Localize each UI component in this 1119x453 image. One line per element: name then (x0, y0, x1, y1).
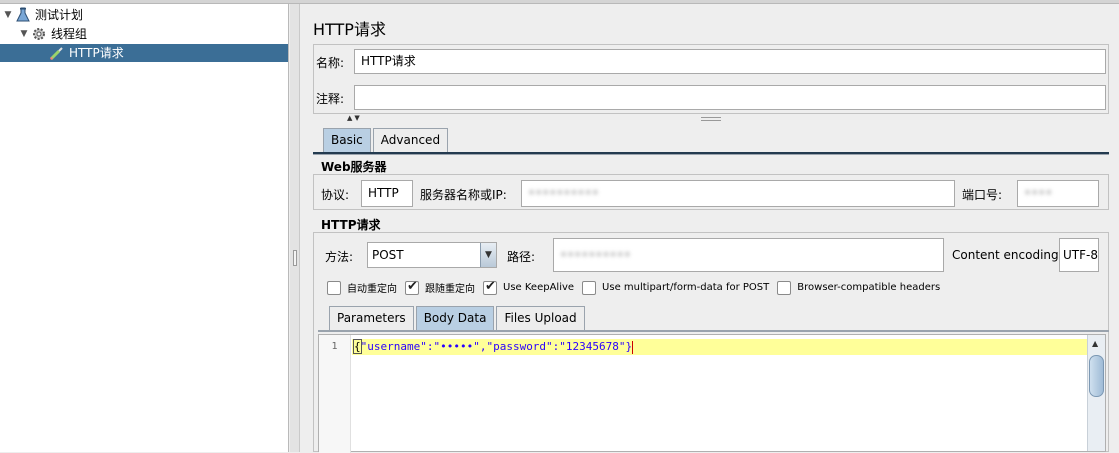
encoding-label: Content encoding: (952, 248, 1063, 262)
tree-item-http-request[interactable]: HTTP请求 (0, 44, 288, 62)
test-plan-flask-icon (15, 7, 31, 23)
tree-item-test-plan[interactable]: ▼ 测试计划 (2, 6, 83, 24)
follow-redirects-checkbox[interactable] (405, 279, 419, 295)
multipart-checkbox[interactable] (582, 280, 597, 295)
split-pane-divider[interactable] (290, 4, 300, 452)
text-cursor (632, 340, 634, 354)
code-line[interactable]: {"username":"•••••","password":"12345678… (353, 339, 634, 354)
scroll-thumb[interactable] (1089, 355, 1104, 397)
divider-grip-icon[interactable] (293, 250, 297, 266)
keepalive-checkbox[interactable] (483, 279, 497, 295)
line-number-gutter: 1 (319, 335, 351, 453)
auto-redirect-label: 自动重定向 (347, 284, 397, 295)
close-brace: } (625, 340, 633, 353)
options-row: 自动重定向 跟随重定向 Use KeepAlive Use multipart/… (327, 279, 948, 295)
follow-redirects-label: 跟随重定向 (425, 284, 475, 295)
server-value: •••••••••• (528, 186, 599, 200)
method-select[interactable]: POST ▼ (367, 242, 497, 268)
comment-label: 注释: (316, 92, 345, 106)
http-request-panel: HTTP请求 名称: HTTP请求 注释: ▲▼ Basic Advanced … (301, 4, 1119, 453)
test-plan-tree: ▼ 测试计划 ▼ 线程组 HTTP请求 (0, 4, 289, 452)
server-field[interactable]: •••••••••• (521, 180, 955, 207)
name-field[interactable]: HTTP请求 (354, 49, 1106, 74)
name-label: 名称: (316, 56, 345, 70)
server-label: 服务器名称或IP: (420, 188, 507, 202)
vertical-scrollbar[interactable]: ▲ (1087, 335, 1105, 451)
protocol-label: 协议: (321, 188, 350, 202)
tree-item-label: HTTP请求 (69, 46, 124, 60)
thread-group-gear-icon (31, 26, 47, 42)
tab-body-data[interactable]: Body Data (415, 306, 495, 331)
port-label: 端口号: (962, 188, 1003, 202)
chevron-down-icon[interactable]: ▼ (480, 243, 496, 267)
multipart-label: Use multipart/form-data for POST (602, 282, 770, 293)
tab-underline (313, 152, 1109, 155)
protocol-field[interactable]: HTTP (361, 180, 413, 207)
line-number: 1 (331, 341, 338, 352)
port-value: •••• (1024, 186, 1053, 200)
body-tabs: Parameters Body Data Files Upload (329, 306, 587, 331)
encoding-field[interactable]: UTF-8 (1059, 238, 1099, 272)
config-tabs: Basic Advanced (323, 128, 450, 153)
comment-field[interactable] (354, 85, 1106, 110)
path-label: 路径: (507, 250, 536, 264)
tab-basic[interactable]: Basic (323, 128, 371, 153)
splitter-handle-icon[interactable] (701, 117, 721, 121)
tab-files-upload[interactable]: Files Upload (496, 306, 585, 331)
auto-redirect-checkbox[interactable] (327, 280, 341, 295)
collapse-arrows-icon[interactable]: ▲▼ (347, 114, 362, 122)
code-body: "username":"•••••","password":"12345678" (360, 340, 626, 353)
tab-parameters[interactable]: Parameters (329, 306, 414, 331)
tab-advanced[interactable]: Advanced (372, 128, 449, 153)
open-brace: { (353, 339, 362, 354)
tree-item-thread-group[interactable]: ▼ 线程组 (18, 25, 87, 43)
http-request-heading: HTTP请求 (321, 218, 381, 232)
method-label: 方法: (325, 250, 354, 264)
tree-item-label: 线程组 (51, 27, 88, 41)
expand-toggle-icon[interactable]: ▼ (18, 25, 30, 43)
expand-toggle-icon[interactable]: ▼ (2, 6, 14, 24)
body-tab-underline (318, 330, 1109, 332)
browser-headers-label: Browser-compatible headers (797, 282, 941, 293)
port-field[interactable]: •••• (1017, 180, 1099, 207)
tree-item-label: 测试计划 (35, 8, 84, 22)
method-value: POST (372, 248, 404, 262)
web-server-heading: Web服务器 (321, 160, 387, 174)
keepalive-label: Use KeepAlive (503, 282, 575, 293)
path-value: •••••••••• (560, 248, 631, 262)
browser-headers-checkbox[interactable] (777, 280, 792, 295)
page-title: HTTP请求 (313, 20, 386, 39)
scroll-up-icon[interactable]: ▲ (1092, 339, 1098, 348)
path-field[interactable]: •••••••••• (553, 238, 944, 272)
http-sampler-pipette-icon (49, 45, 65, 61)
body-data-editor[interactable]: 1 {"username":"•••••","password":"123456… (318, 334, 1106, 453)
